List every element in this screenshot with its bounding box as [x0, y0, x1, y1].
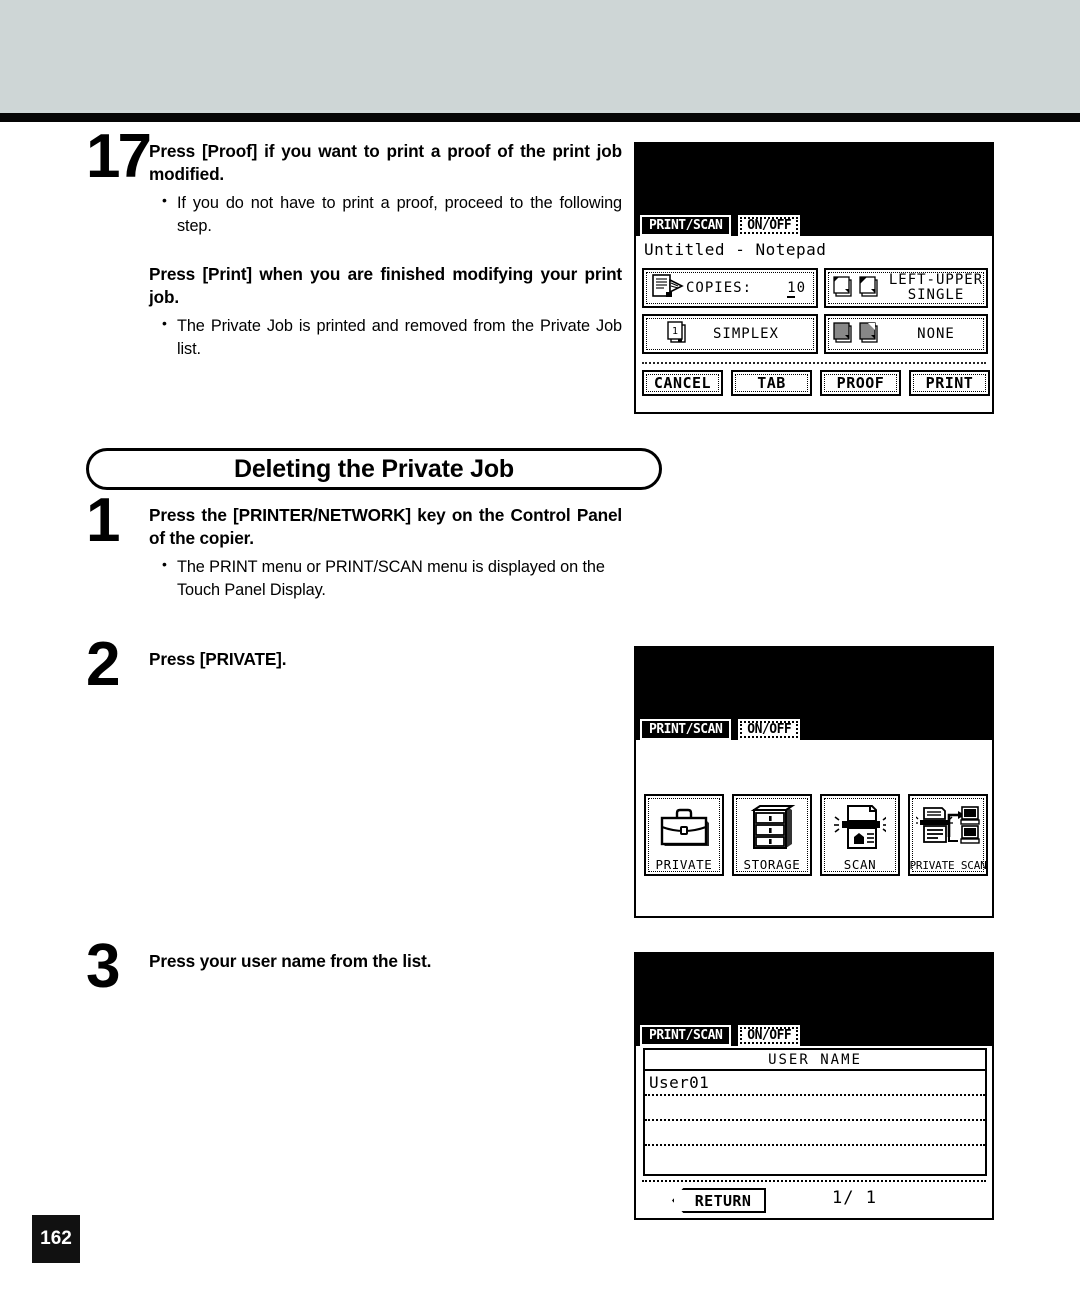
tab-print-scan[interactable]: PRINT/SCAN: [640, 215, 732, 236]
list-item[interactable]: [645, 1121, 985, 1146]
print-button[interactable]: PRINT: [909, 370, 990, 396]
finishing-label: NONE: [917, 325, 955, 342]
step-number: 3: [86, 932, 120, 1001]
scan-button[interactable]: SCAN: [820, 794, 900, 876]
step-heading-2: Press [Print] when you are finished modi…: [149, 264, 622, 307]
lcd-panel-print-settings: PRINT/SCAN ON/OFF Untitled - Notepad COP…: [634, 142, 994, 414]
private-scan-button[interactable]: PRIVATE SCAN: [908, 794, 988, 876]
step-number: 17: [86, 122, 152, 191]
separator: [642, 362, 986, 364]
staple-label: LEFT-UPPER SINGLE: [888, 272, 984, 303]
menu-icon-grid: PRIVATE STORAGE SCAN PRIVATE SCAN: [642, 794, 990, 876]
copies-readout: COPIES: 10: [686, 280, 816, 298]
section-banner: Deleting the Private Job: [86, 448, 662, 490]
duplex-key[interactable]: 1 SIMPLEX: [642, 314, 818, 354]
list-column-header: USER NAME: [645, 1050, 985, 1071]
separator: [642, 1180, 986, 1182]
header-rule: [0, 113, 1080, 122]
cancel-button[interactable]: CANCEL: [642, 370, 723, 396]
list-rows: User01: [645, 1071, 985, 1171]
storage-button[interactable]: STORAGE: [732, 794, 812, 876]
scan-label: SCAN: [843, 856, 877, 872]
storage-label: STORAGE: [743, 856, 801, 872]
copies-icon: [652, 273, 686, 303]
scanner-icon: [834, 796, 886, 859]
file-cabinet-icon: [748, 796, 796, 859]
tab-bar: PRINT/SCAN ON/OFF: [640, 215, 801, 236]
staple-position-icon: [832, 272, 886, 304]
step-heading: Press [PRIVATE].: [149, 649, 287, 669]
settings-column-right: LEFT-UPPER SINGLE NONE: [824, 268, 988, 354]
step-bullet: If you do not have to print a proof, pro…: [162, 191, 622, 238]
lcd-content: Untitled - Notepad COPIES: 10 1 SIMPLEX …: [636, 236, 992, 412]
copies-value: 10: [787, 280, 806, 298]
proof-button[interactable]: PROOF: [820, 370, 901, 396]
step-heading: Press [Proof] if you want to print a pro…: [149, 141, 622, 184]
private-scan-icon: [916, 796, 980, 860]
action-button-row: CANCEL TAB PROOF PRINT: [642, 370, 990, 396]
section-title: Deleting the Private Job: [234, 454, 514, 483]
scan-header-band: [0, 0, 1080, 113]
user-name-list: USER NAME User01: [643, 1048, 987, 1176]
tab-bar: PRINT/SCAN ON/OFF: [640, 719, 801, 740]
tab-on-off[interactable]: ON/OFF: [738, 215, 801, 236]
lcd-header: PRINT/SCAN ON/OFF: [636, 648, 992, 740]
step-heading: Press the [PRINTER/NETWORK] key on the C…: [149, 505, 622, 548]
tab-on-off[interactable]: ON/OFF: [738, 719, 801, 740]
list-item[interactable]: [645, 1146, 985, 1171]
manual-page: 17 Press [Proof] if you want to print a …: [0, 0, 1080, 1296]
page-number: 162: [32, 1215, 80, 1263]
step-2: 2 Press [PRIVATE].: [86, 634, 622, 696]
copies-label: COPIES:: [686, 280, 753, 296]
staple-key[interactable]: LEFT-UPPER SINGLE: [824, 268, 988, 308]
step-number: 2: [86, 630, 120, 699]
step-bullet: The PRINT menu or PRINT/SCAN menu is dis…: [162, 555, 622, 602]
tab-print-scan[interactable]: PRINT/SCAN: [640, 719, 732, 740]
step-1: 1 Press the [PRINTER/NETWORK] key on the…: [86, 490, 622, 602]
step-number: 1: [86, 486, 120, 555]
tab-bar: PRINT/SCAN ON/OFF: [640, 1025, 801, 1046]
settings-column-left: COPIES: 10 1 SIMPLEX: [642, 268, 818, 354]
tab-button[interactable]: TAB: [731, 370, 812, 396]
return-button[interactable]: RETURN: [672, 1188, 766, 1213]
briefcase-icon: [657, 796, 711, 859]
finishing-icon: [832, 318, 886, 350]
lcd-content: PRIVATE STORAGE SCAN PRIVATE SCAN: [636, 740, 992, 916]
copies-key[interactable]: COPIES: 10: [642, 268, 818, 308]
duplex-label: SIMPLEX: [712, 325, 779, 342]
lcd-header: PRINT/SCAN ON/OFF: [636, 954, 992, 1046]
document-title: Untitled - Notepad: [644, 240, 827, 259]
list-item[interactable]: [645, 1096, 985, 1121]
lcd-panel-main-menu: PRINT/SCAN ON/OFF PRIVATE STORAGE SCAN P…: [634, 646, 994, 918]
step-bullet-2: The Private Job is printed and removed f…: [162, 314, 622, 361]
list-item[interactable]: User01: [645, 1071, 985, 1096]
lcd-header: PRINT/SCAN ON/OFF: [636, 144, 992, 236]
page-indicator: 1/ 1: [832, 1188, 877, 1208]
finishing-key[interactable]: NONE: [824, 314, 988, 354]
lcd-panel-user-list: PRINT/SCAN ON/OFF USER NAME User01 RETUR…: [634, 952, 994, 1220]
step-3: 3 Press your user name from the list.: [86, 936, 622, 998]
private-button[interactable]: PRIVATE: [644, 794, 724, 876]
lcd-content: USER NAME User01 RETURN 1/ 1: [636, 1046, 992, 1218]
tab-print-scan[interactable]: PRINT/SCAN: [640, 1025, 732, 1046]
step-17: 17 Press [Proof] if you want to print a …: [86, 126, 622, 398]
private-label: PRIVATE: [655, 856, 713, 872]
private-scan-label: PRIVATE SCAN: [909, 859, 987, 872]
instruction-column: 17 Press [Proof] if you want to print a …: [86, 126, 622, 398]
tab-on-off[interactable]: ON/OFF: [738, 1025, 801, 1046]
step-heading: Press your user name from the list.: [149, 951, 432, 971]
